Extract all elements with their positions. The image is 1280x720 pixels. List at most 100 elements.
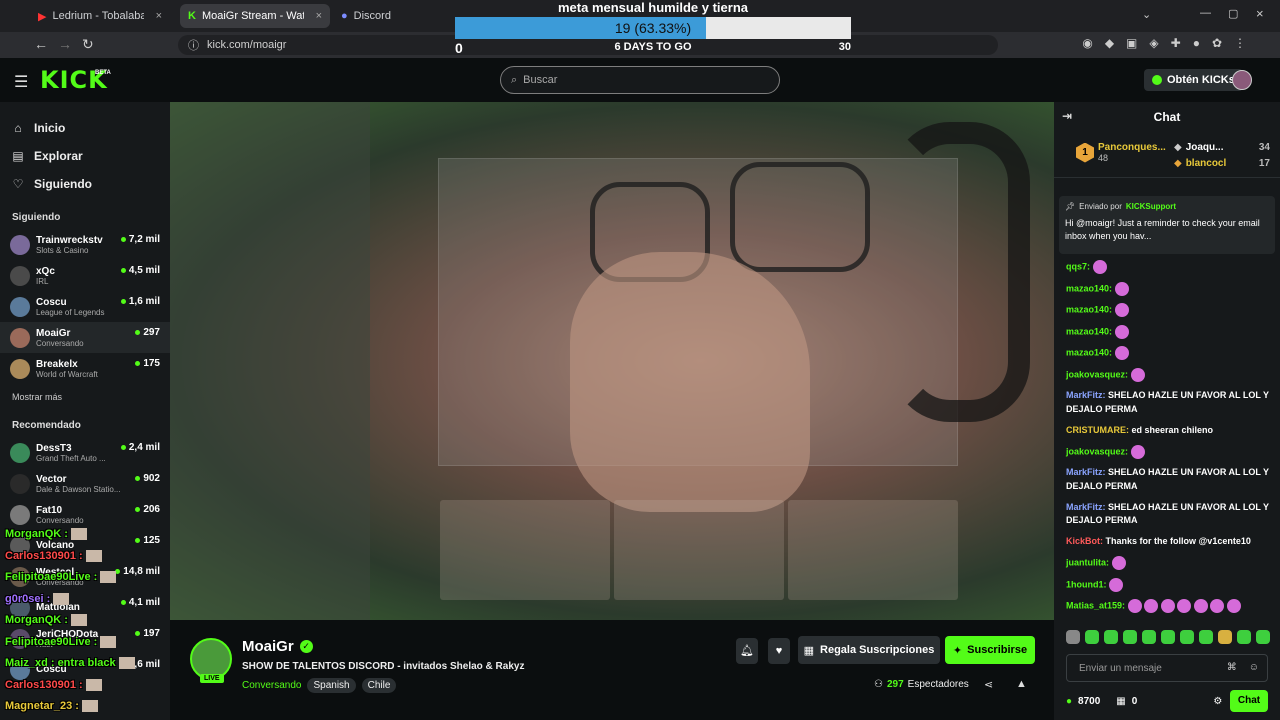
menu-icon[interactable]: ☰ [14,72,28,92]
user-avatar[interactable] [1232,70,1252,90]
chat-username[interactable]: Matias_at159: [1066,600,1125,610]
get-kicks-button[interactable]: Obtén KICKs [1144,69,1243,91]
tag-chile[interactable]: Chile [361,678,397,693]
gift-subs-button[interactable]: ▦ Regala Suscripciones [798,636,940,664]
emote-icon[interactable] [1123,630,1137,644]
overlay-chat-line: Maiz_xd : entra black [5,657,135,670]
tab-moaigr[interactable]: K MoaiGr Stream - Watch Liv × [180,4,330,28]
channel-viewers: 206 [135,504,160,515]
emote-icon[interactable] [1085,630,1099,644]
emote-icon [81,700,98,713]
video-player[interactable] [170,102,1054,620]
tab-ledrium[interactable]: ▶ Ledrium - Tobalaba, MUT, Av. P × [30,4,170,28]
goal-footer: 0 6 DAYS TO GO 30 [455,39,851,56]
menu-dots-icon[interactable]: ⋮ [1234,36,1246,50]
streamer-name[interactable]: MoaiGr ✓ [242,638,313,655]
emote-icon[interactable] [1066,630,1080,644]
channel-vector[interactable]: Vector Dale & Dawson Statio... 902 [0,468,170,499]
chat-username[interactable]: mazao140: [1066,304,1112,314]
chat-text: Thanks for the follow @v1cente10 [1105,536,1251,546]
chat-username[interactable]: mazao140: [1066,283,1112,293]
emote-icon[interactable] [1199,630,1213,644]
emote-icon [1127,599,1142,613]
extension-icon[interactable]: ▣ [1126,36,1137,50]
pin-icon: 📌︎ [1065,202,1076,211]
subscribe-button[interactable]: ✦ Suscribirse [945,636,1035,664]
pinned-message[interactable]: 📌︎ Enviado por KICKSupport Hi @moaigr! J… [1059,196,1275,254]
chat-username[interactable]: KickBot: [1066,536,1103,546]
follow-button[interactable]: ♥ [768,638,790,664]
emote-icon[interactable] [1180,630,1194,644]
command-icon[interactable]: ⌘ [1227,662,1237,673]
minimize-icon[interactable]: — [1200,7,1211,19]
close-icon[interactable]: × [156,10,162,22]
settings-icon[interactable]: ⚙ [1213,696,1222,707]
channel-viewers: 4,5 mil [120,265,160,276]
tab-discord[interactable]: ● Discord [333,4,453,28]
extension-icon[interactable]: ● [1193,36,1200,50]
emoji-icon[interactable]: ☺ [1249,662,1259,673]
emote-icon [85,678,102,691]
emote-icon [100,571,117,584]
chat-username[interactable]: MarkFitz: [1066,502,1106,512]
puzzle-icon[interactable]: ✚ [1171,36,1181,50]
notification-bell-button[interactable]: 🔔︎ [736,638,758,664]
sidebar-item-inicio[interactable]: ⌂ Inicio [12,114,170,142]
emote-icon[interactable] [1256,630,1270,644]
forward-icon[interactable]: → [58,36,72,52]
gift-icon: ▦ [1116,695,1126,707]
sidebar-item-siguiendo[interactable]: ♡ Siguiendo [12,170,170,198]
browse-icon: ▤ [12,149,24,163]
emote-icon[interactable] [1104,630,1118,644]
channel-viewers: 7,2 mil [120,234,160,245]
send-chat-button[interactable]: Chat [1230,690,1268,712]
channel-avatar [10,327,30,348]
goal-progress-bar: 19 (63.33%) [455,17,851,39]
tag-spanish[interactable]: Spanish [307,678,356,693]
extension-icon[interactable]: ◆ [1105,36,1114,50]
stream-info-bar: LIVE MoaiGr ✓ SHOW DE TALENTOS DISCORD -… [170,620,1054,720]
back-icon[interactable]: ← [34,36,48,52]
video-discord-overlay [170,102,370,620]
chat-username[interactable]: juantulita: [1066,557,1109,567]
account-icon[interactable]: ◉ [1082,36,1092,50]
channel-fat10[interactable]: Fat10 Conversando 206 [0,499,170,530]
report-icon[interactable]: ▲ [1016,678,1027,690]
extension-icon[interactable]: ◈ [1149,36,1158,50]
share-icon[interactable]: ⋖ [984,678,993,691]
chat-username[interactable]: MarkFitz: [1066,467,1106,477]
chat-username[interactable]: qqs7: [1066,261,1090,271]
chat-username[interactable]: MarkFitz: [1066,390,1106,400]
channel-coscu[interactable]: Coscu League of Legends 1,6 mil [0,291,170,322]
emote-icon[interactable] [1218,630,1232,644]
channel-desst3[interactable]: DessT3 Grand Theft Auto ... 2,4 mil [0,437,170,468]
chat-username[interactable]: CRISTUMARE: [1066,425,1129,435]
chat-username[interactable]: joakovasquez: [1066,446,1128,456]
overlay-chat-line: Felipitoae90Live : [5,571,117,584]
maximize-icon[interactable]: ▢ [1228,7,1238,20]
close-window-icon[interactable]: × [1256,6,1264,21]
chat-username[interactable]: mazao140: [1066,326,1112,336]
show-more-link[interactable]: Mostrar más [0,384,170,402]
channel-moaigr[interactable]: MoaiGr Conversando 297 [0,322,170,353]
reload-icon[interactable]: ↻ [82,36,94,53]
chevron-down-icon[interactable]: ⌄ [1142,8,1151,21]
search-input[interactable]: ⌕ Buscar [500,66,780,94]
stream-category[interactable]: Conversando [242,680,301,691]
close-icon[interactable]: × [316,10,322,22]
extension-icon[interactable]: ✿ [1212,36,1222,50]
collapse-chat-icon[interactable]: ⇥ [1062,109,1072,123]
channel-trainwreckstv[interactable]: Trainwreckstv Slots & Casino 7,2 mil [0,229,170,260]
emote-icon[interactable] [1237,630,1251,644]
channel-xqc[interactable]: xQc IRL 4,5 mil [0,260,170,291]
emote-icon[interactable] [1161,630,1175,644]
chat-username[interactable]: mazao140: [1066,347,1112,357]
site-info-icon[interactable]: ⓘ [188,37,199,53]
emote-icon [85,549,102,562]
chat-input[interactable]: Enviar un mensaje ⌘ ☺ [1066,654,1268,682]
chat-username[interactable]: 1hound1: [1066,579,1107,589]
chat-username[interactable]: joakovasquez: [1066,369,1128,379]
channel-breakelx[interactable]: Breakelx World of Warcraft 175 [0,353,170,384]
sidebar-item-explorar[interactable]: ▤ Explorar [12,142,170,170]
emote-icon[interactable] [1142,630,1156,644]
